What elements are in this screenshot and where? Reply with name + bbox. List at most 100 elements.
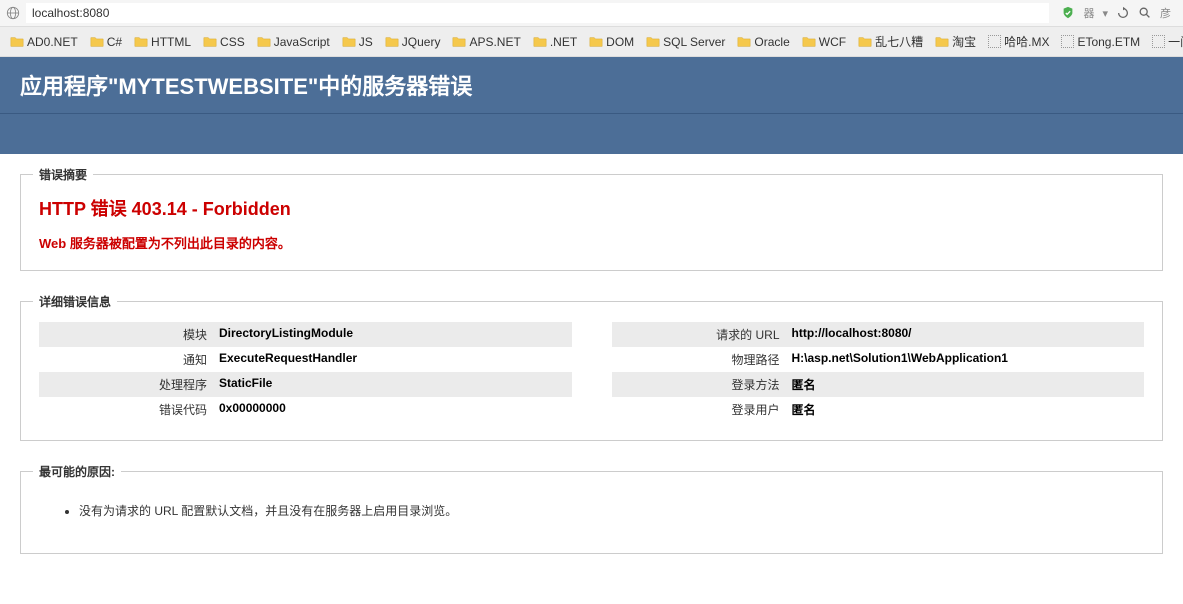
error-page: 应用程序"MYTESTWEBSITE"中的服务器错误 错误摘要 HTTP 错误 … xyxy=(0,57,1183,604)
page-icon xyxy=(1061,35,1074,48)
bookmark-item[interactable]: Oracle xyxy=(733,33,793,51)
address-right-controls: 器 ▾ 彦 xyxy=(1055,5,1177,21)
folder-icon xyxy=(737,35,751,49)
detail-row: 登录用户匿名 xyxy=(612,397,1145,422)
detail-row-label: 登录用户 xyxy=(612,401,792,418)
bookmark-label: CSS xyxy=(220,35,245,49)
page-icon xyxy=(1152,35,1165,48)
bookmark-label: JS xyxy=(359,35,373,49)
bookmark-item[interactable]: CSS xyxy=(199,33,249,51)
detail-table-right: 请求的 URLhttp://localhost:8080/物理路径H:\asp.… xyxy=(612,322,1145,422)
http-error-desc: Web 服务器被配置为不列出此目录的内容。 xyxy=(39,233,1144,252)
address-bar-row: 器 ▾ 彦 xyxy=(0,0,1183,26)
bookmark-item[interactable]: ETong.ETM xyxy=(1057,33,1144,51)
folder-icon xyxy=(10,35,24,49)
detail-row-label: 物理路径 xyxy=(612,351,792,368)
header-spacer xyxy=(0,114,1183,154)
http-error-title: HTTP 错误 403.14 - Forbidden xyxy=(39,195,1144,221)
bookmark-item[interactable]: 哈哈.MX xyxy=(984,31,1053,52)
bookmark-label: JQuery xyxy=(402,35,441,49)
refresh-icon[interactable] xyxy=(1116,6,1130,20)
detail-row-label: 错误代码 xyxy=(39,401,219,418)
folder-icon xyxy=(452,35,466,49)
folder-icon xyxy=(257,35,271,49)
folder-icon xyxy=(533,35,547,49)
bookmark-label: 乱七八糟 xyxy=(875,33,923,50)
detail-row-value: 匿名 xyxy=(792,401,1145,418)
bookmark-label: DOM xyxy=(606,35,634,49)
bookmark-label: 淘宝 xyxy=(952,33,976,50)
detail-row: 通知ExecuteRequestHandler xyxy=(39,347,572,372)
bookmark-item[interactable]: JQuery xyxy=(381,33,445,51)
detail-tables: 模块DirectoryListingModule通知ExecuteRequest… xyxy=(39,322,1144,422)
detail-row-value: ExecuteRequestHandler xyxy=(219,351,572,368)
detail-row: 模块DirectoryListingModule xyxy=(39,322,572,347)
bookmark-label: 一问一答-H xyxy=(1168,33,1183,50)
folder-icon xyxy=(646,35,660,49)
bookmark-label: ETong.ETM xyxy=(1077,35,1140,49)
detail-row-label: 登录方法 xyxy=(612,376,792,393)
folder-icon xyxy=(385,35,399,49)
bookmark-item[interactable]: JS xyxy=(338,33,377,51)
bookmark-label: SQL Server xyxy=(663,35,725,49)
bookmark-label: C# xyxy=(107,35,122,49)
bookmark-item[interactable]: APS.NET xyxy=(448,33,524,51)
folder-icon xyxy=(203,35,217,49)
bookmark-item[interactable]: HTTML xyxy=(130,33,195,51)
control-text-1: 器 xyxy=(1083,5,1094,21)
bookmark-item[interactable]: JavaScript xyxy=(253,33,334,51)
detail-row-value: DirectoryListingModule xyxy=(219,326,572,343)
folder-icon xyxy=(342,35,356,49)
dropdown-caret-icon[interactable]: ▾ xyxy=(1102,7,1108,20)
cause-label: 最可能的原因: xyxy=(33,463,121,480)
detail-row: 物理路径H:\asp.net\Solution1\WebApplication1 xyxy=(612,347,1145,372)
detail-row: 处理程序StaticFile xyxy=(39,372,572,397)
bookmark-item[interactable]: WCF xyxy=(798,33,850,51)
cause-item: 没有为请求的 URL 配置默认文档，并且没有在服务器上启用目录浏览。 xyxy=(79,502,1104,519)
error-detail-section: 详细错误信息 模块DirectoryListingModule通知Execute… xyxy=(20,301,1163,441)
detail-row: 错误代码0x00000000 xyxy=(39,397,572,422)
bookmark-item[interactable]: SQL Server xyxy=(642,33,729,51)
bookmark-label: JavaScript xyxy=(274,35,330,49)
error-summary-section: 错误摘要 HTTP 错误 403.14 - Forbidden Web 服务器被… xyxy=(20,174,1163,271)
cause-list: 没有为请求的 URL 配置默认文档，并且没有在服务器上启用目录浏览。 xyxy=(39,492,1144,535)
detail-row-value: 匿名 xyxy=(792,376,1145,393)
search-icon[interactable] xyxy=(1138,6,1152,20)
bookmark-label: APS.NET xyxy=(469,35,520,49)
bookmark-label: 哈哈.MX xyxy=(1004,33,1049,50)
folder-icon xyxy=(858,35,872,49)
detail-row-value: 0x00000000 xyxy=(219,401,572,418)
bookmark-item[interactable]: .NET xyxy=(529,33,581,51)
globe-icon xyxy=(6,6,20,20)
bookmark-item[interactable]: C# xyxy=(86,33,126,51)
detail-label: 详细错误信息 xyxy=(33,293,117,310)
detail-row: 登录方法匿名 xyxy=(612,372,1145,397)
bookmark-item[interactable]: 一问一答-H xyxy=(1148,31,1183,52)
shield-icon[interactable] xyxy=(1061,6,1075,20)
detail-row-label: 通知 xyxy=(39,351,219,368)
bookmark-label: HTTML xyxy=(151,35,191,49)
page-icon xyxy=(988,35,1001,48)
error-header: 应用程序"MYTESTWEBSITE"中的服务器错误 xyxy=(0,57,1183,115)
error-cause-section: 最可能的原因: 没有为请求的 URL 配置默认文档，并且没有在服务器上启用目录浏… xyxy=(20,471,1163,554)
bookmark-item[interactable]: DOM xyxy=(585,33,638,51)
folder-icon xyxy=(90,35,104,49)
bookmark-label: WCF xyxy=(819,35,846,49)
folder-icon xyxy=(802,35,816,49)
detail-table-left: 模块DirectoryListingModule通知ExecuteRequest… xyxy=(39,322,572,422)
detail-row: 请求的 URLhttp://localhost:8080/ xyxy=(612,322,1145,347)
detail-row-label: 请求的 URL xyxy=(612,326,792,343)
address-input[interactable] xyxy=(26,3,1049,23)
folder-icon xyxy=(589,35,603,49)
summary-label: 错误摘要 xyxy=(33,166,93,183)
bookmark-item[interactable]: 淘宝 xyxy=(931,31,980,52)
detail-row-label: 处理程序 xyxy=(39,376,219,393)
browser-chrome: 器 ▾ 彦 AD0.NET C# HTTML CSS JavaScript JS JQuer… xyxy=(0,0,1183,57)
bookmark-label: Oracle xyxy=(754,35,789,49)
bookmark-item[interactable]: 乱七八糟 xyxy=(854,31,927,52)
detail-row-value: http://localhost:8080/ xyxy=(792,326,1145,343)
bookmark-label: AD0.NET xyxy=(27,35,78,49)
bookmark-item[interactable]: AD0.NET xyxy=(6,33,82,51)
content-area: 错误摘要 HTTP 错误 403.14 - Forbidden Web 服务器被… xyxy=(0,154,1183,604)
folder-icon xyxy=(134,35,148,49)
